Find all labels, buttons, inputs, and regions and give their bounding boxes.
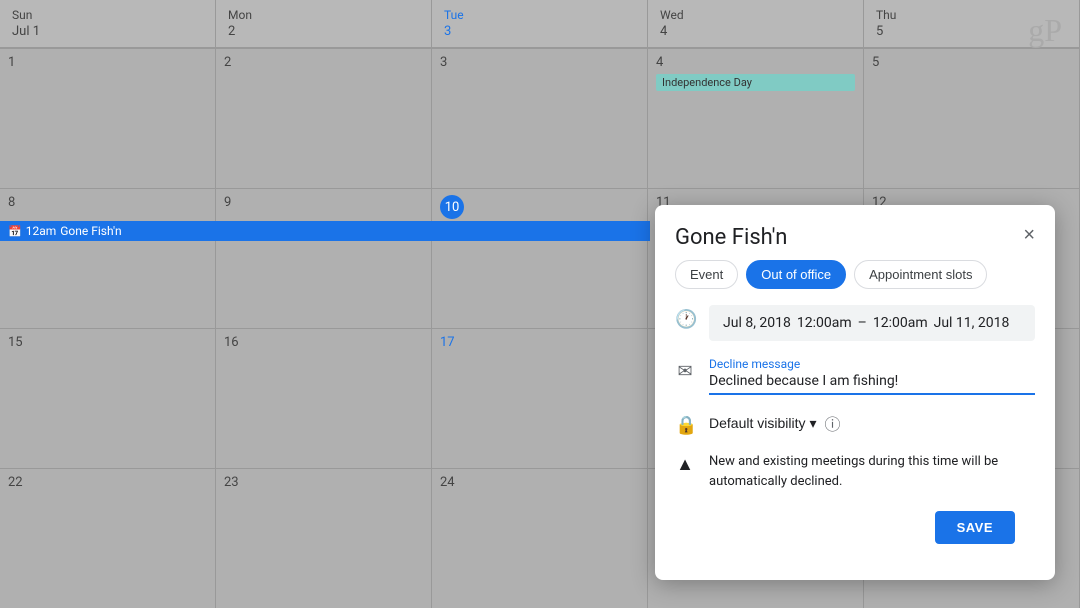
date-start: Jul 8, 2018: [723, 315, 791, 331]
tab-appointment-slots[interactable]: Appointment slots: [854, 260, 987, 289]
warning-row: ▲ New and existing meetings during this …: [675, 452, 1035, 491]
decline-input-wrap[interactable]: Declined because I am fishing!: [709, 373, 1035, 395]
modal-tabs: Event Out of office Appointment slots: [655, 260, 1055, 305]
clock-icon: 🕐: [675, 309, 695, 330]
decline-field: Decline message Declined because I am fi…: [709, 357, 1035, 395]
email-icon: ✉: [675, 361, 695, 382]
date-range[interactable]: Jul 8, 2018 12:00am – 12:00am Jul 11, 20…: [709, 305, 1035, 341]
date-time-row: 🕐 Jul 8, 2018 12:00am – 12:00am Jul 11, …: [675, 305, 1035, 341]
warning-text: New and existing meetings during this ti…: [709, 452, 1035, 491]
event-modal: Gone Fish'n × Event Out of office Appoin…: [655, 205, 1055, 580]
dropdown-arrow-icon: ▾: [809, 415, 816, 432]
decline-value: Declined because I am fishing!: [709, 373, 1035, 389]
modal-content: 🕐 Jul 8, 2018 12:00am – 12:00am Jul 11, …: [655, 305, 1055, 580]
decline-message-row: ✉ Decline message Declined because I am …: [675, 357, 1035, 395]
save-button[interactable]: SAVE: [935, 511, 1015, 544]
modal-title: Gone Fish'n: [675, 225, 787, 250]
warning-icon: ▲: [675, 454, 695, 475]
decline-label: Decline message: [709, 357, 1035, 371]
modal-footer: SAVE: [675, 511, 1035, 560]
visibility-select-row: Default visibility ▾ ⓘ: [709, 411, 1035, 435]
time-end: 12:00am: [873, 315, 928, 331]
lock-icon: 🔒: [675, 415, 695, 436]
date-end: Jul 11, 2018: [934, 315, 1010, 331]
help-icon[interactable]: ⓘ: [825, 411, 841, 435]
visibility-label: Default visibility: [709, 415, 805, 431]
modal-header: Gone Fish'n ×: [655, 205, 1055, 260]
time-dash: –: [858, 315, 867, 331]
visibility-dropdown[interactable]: Default visibility ▾: [709, 415, 817, 432]
visibility-row: 🔒 Default visibility ▾ ⓘ: [675, 411, 1035, 436]
close-button[interactable]: ×: [1023, 225, 1035, 245]
tab-out-of-office[interactable]: Out of office: [746, 260, 846, 289]
tab-event[interactable]: Event: [675, 260, 738, 289]
time-start: 12:00am: [797, 315, 852, 331]
modal-overlay: Gone Fish'n × Event Out of office Appoin…: [0, 0, 1080, 608]
